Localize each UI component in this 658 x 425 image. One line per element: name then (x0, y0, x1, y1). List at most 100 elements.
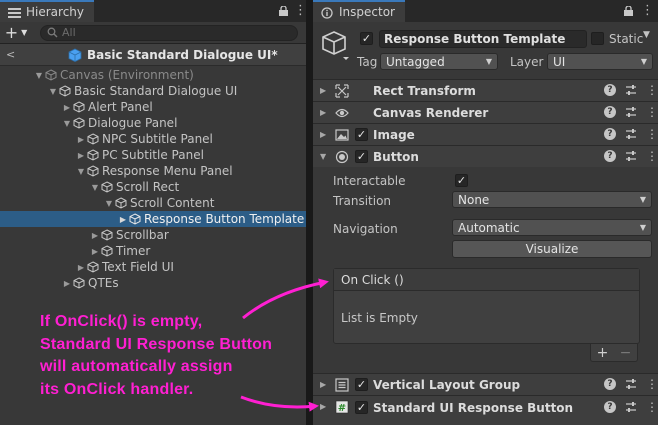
component-menu-icon[interactable]: ⋮ (646, 378, 658, 390)
tree-item-basic-standard-dialogue-ui[interactable]: ▼ Basic Standard Dialogue UI (0, 83, 306, 99)
collapsed-arrow-icon[interactable]: ▶ (320, 130, 326, 139)
navigation-dropdown[interactable]: Automatic ▼ (452, 219, 652, 236)
collapsed-arrow-icon[interactable]: ▶ (62, 279, 72, 288)
gameobject-large-icon[interactable] (321, 30, 351, 60)
component-enabled-checkbox[interactable]: ✓ (355, 150, 368, 163)
more-options-icon[interactable]: ⋮ (641, 4, 654, 18)
help-icon[interactable]: ? (604, 378, 616, 390)
tree-item-pc-subtitle-panel[interactable]: ▶ PC Subtitle Panel (0, 147, 306, 163)
expanded-arrow-icon[interactable]: ▼ (320, 152, 326, 161)
expanded-arrow-icon[interactable]: ▼ (34, 71, 44, 80)
transition-dropdown[interactable]: None ▼ (452, 191, 652, 208)
tree-item-response-menu-panel[interactable]: ▼ Response Menu Panel (0, 163, 306, 179)
component-menu-icon[interactable]: ⋮ (646, 128, 658, 140)
chevron-down-icon[interactable]: ▼ (643, 30, 650, 40)
static-checkbox[interactable] (591, 32, 604, 45)
tree-item-canvas[interactable]: ▼ Canvas (Environment) (0, 67, 306, 83)
tree-item-text-field-ui[interactable]: ▶ Text Field UI (0, 259, 306, 275)
collapsed-arrow-icon[interactable]: ▶ (90, 231, 100, 240)
more-options-icon[interactable]: ⋮ (294, 4, 307, 18)
collapsed-arrow-icon[interactable]: ▶ (320, 380, 326, 389)
interactable-checkbox[interactable]: ✓ (455, 174, 468, 187)
expanded-arrow-icon[interactable]: ▼ (62, 119, 72, 128)
presets-icon[interactable] (625, 401, 637, 413)
collapsed-arrow-icon[interactable]: ▶ (320, 402, 326, 411)
collapsed-arrow-icon[interactable]: ▶ (76, 135, 86, 144)
visualize-button[interactable]: Visualize (452, 240, 652, 258)
inspector-tab[interactable]: Inspector (313, 0, 405, 22)
create-button[interactable]: + ▼ (0, 22, 32, 44)
component-standard-ui-response-button[interactable]: ▶ # ✓ Standard UI Response Button ? ⋮ (313, 395, 658, 425)
lock-icon[interactable] (279, 5, 288, 16)
presets-icon[interactable] (625, 106, 637, 118)
remove-event-button[interactable]: − (620, 345, 632, 361)
collapsed-arrow-icon[interactable]: ▶ (76, 151, 86, 160)
collapsed-arrow-icon[interactable]: ▶ (320, 86, 326, 95)
presets-icon[interactable] (625, 128, 637, 140)
tag-dropdown[interactable]: Untagged ▼ (380, 53, 498, 70)
script-icon: # (335, 400, 349, 414)
hierarchy-tree: ▼ Canvas (Environment) ▼ Basic Standard … (0, 67, 306, 307)
tree-item-response-button-template[interactable]: ▶ Response Button Template (0, 211, 306, 227)
object-name-field[interactable]: Response Button Template (379, 30, 587, 48)
search-input[interactable]: All (40, 24, 298, 41)
tree-item-scroll-content[interactable]: ▼ Scroll Content (0, 195, 306, 211)
help-icon[interactable]: ? (604, 401, 616, 413)
tree-item-scrollbar[interactable]: ▶ Scrollbar (0, 227, 306, 243)
help-icon[interactable]: ? (604, 150, 616, 162)
component-image[interactable]: ▶ ✓ Image ? ⋮ (313, 123, 658, 145)
scene-title: Basic Standard Dialogue UI* (68, 48, 278, 62)
tag-label: Tag (357, 55, 378, 69)
component-rect-transform[interactable]: ▶ Rect Transform ? ⋮ (313, 79, 658, 101)
component-menu-icon[interactable]: ⋮ (646, 401, 658, 413)
component-canvas-renderer[interactable]: ▶ Canvas Renderer ? ⋮ (313, 101, 658, 123)
tree-item-qtes[interactable]: ▶ QTEs (0, 275, 306, 291)
collapsed-arrow-icon[interactable]: ▶ (118, 215, 128, 224)
gameobject-icon (87, 149, 99, 161)
expanded-arrow-icon[interactable]: ▼ (90, 183, 100, 192)
component-button[interactable]: ▼ ✓ Button ? ⋮ (313, 145, 658, 167)
active-checkbox[interactable]: ✓ (360, 32, 373, 45)
hierarchy-tab[interactable]: Hierarchy (0, 0, 95, 22)
expanded-arrow-icon[interactable]: ▼ (104, 199, 114, 208)
expanded-arrow-icon[interactable]: ▼ (76, 167, 86, 176)
tree-item-timer[interactable]: ▶ Timer (0, 243, 306, 259)
component-menu-icon[interactable]: ⋮ (646, 84, 658, 96)
tree-item-label: Scrollbar (116, 228, 169, 242)
collapsed-arrow-icon[interactable]: ▶ (90, 247, 100, 256)
presets-icon[interactable] (625, 84, 637, 96)
tree-item-dialogue-panel[interactable]: ▼ Dialogue Panel (0, 115, 306, 131)
layer-dropdown[interactable]: UI ▼ (547, 53, 653, 70)
presets-icon[interactable] (625, 378, 637, 390)
help-icon[interactable]: ? (604, 128, 616, 140)
back-arrow-icon[interactable]: < (6, 48, 15, 61)
tree-item-alert-panel[interactable]: ▶ Alert Panel (0, 99, 306, 115)
image-icon (335, 128, 349, 141)
presets-icon[interactable] (625, 150, 637, 162)
expanded-arrow-icon[interactable]: ▼ (48, 87, 58, 96)
add-event-button[interactable]: + (597, 345, 609, 361)
component-menu-icon[interactable]: ⋮ (646, 150, 658, 162)
tree-item-label: Scroll Content (130, 196, 215, 210)
component-enabled-checkbox[interactable]: ✓ (355, 128, 368, 141)
component-vertical-layout-group[interactable]: ▶ ✓ Vertical Layout Group ? ⋮ (313, 373, 658, 395)
tree-item-npc-subtitle-panel[interactable]: ▶ NPC Subtitle Panel (0, 131, 306, 147)
collapsed-arrow-icon[interactable]: ▶ (62, 103, 72, 112)
tree-item-scroll-rect[interactable]: ▼ Scroll Rect (0, 179, 306, 195)
hierarchy-tab-label: Hierarchy (26, 5, 85, 19)
component-enabled-checkbox[interactable]: ✓ (355, 401, 368, 414)
collapsed-arrow-icon[interactable]: ▶ (320, 108, 326, 117)
help-icon[interactable]: ? (604, 84, 616, 96)
lock-icon[interactable] (624, 5, 633, 16)
gameobject-icon (45, 69, 57, 81)
tree-item-label: Text Field UI (102, 260, 174, 274)
help-icon[interactable]: ? (604, 106, 616, 118)
collapsed-arrow-icon[interactable]: ▶ (76, 263, 86, 272)
gameobject-icon (73, 277, 85, 289)
chevron-down-icon: ▼ (639, 223, 646, 232)
scene-title-text: Basic Standard Dialogue UI* (87, 47, 278, 62)
gameobject-icon (73, 101, 85, 113)
component-menu-icon[interactable]: ⋮ (646, 106, 658, 118)
component-enabled-checkbox[interactable]: ✓ (355, 378, 368, 391)
info-icon (321, 6, 334, 19)
